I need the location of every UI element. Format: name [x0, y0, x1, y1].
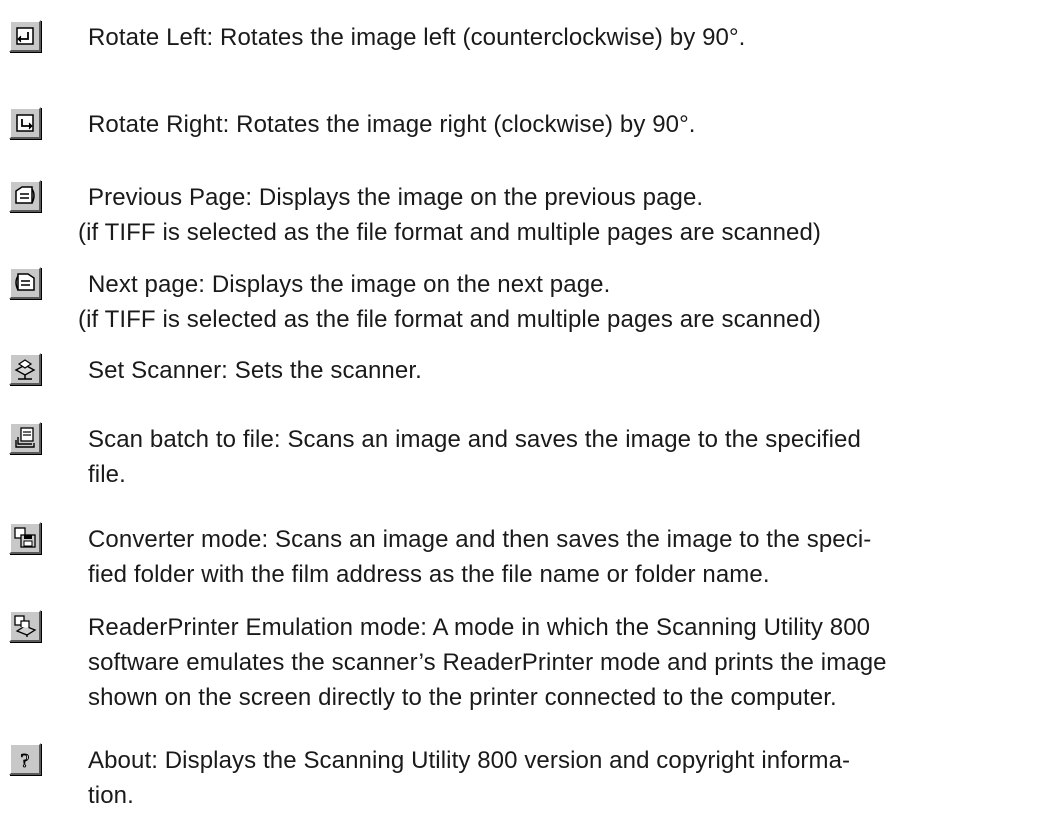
text-line: About: Displays the Scanning Utility 800…	[88, 747, 851, 774]
text-note: (if TIFF is selected as the file format …	[78, 306, 822, 333]
previous-page-icon[interactable]	[9, 180, 41, 212]
converter-mode-description: Converter mode: Scans an image and then …	[88, 522, 988, 592]
text-line: Set Scanner: Sets the scanner.	[88, 357, 422, 384]
text-line: shown on the screen directly to the prin…	[88, 684, 837, 711]
set-scanner-description: Set Scanner: Sets the scanner.	[88, 353, 988, 388]
text-line: software emulates the scanner’s ReaderPr…	[88, 649, 887, 676]
rotate-right-description: Rotate Right: Rotates the image right (c…	[88, 107, 988, 142]
text-line: tion.	[88, 782, 134, 809]
rotate-left-icon[interactable]	[9, 20, 41, 52]
text-line: Converter mode: Scans an image and then …	[88, 526, 872, 553]
text-line: Scan batch to file: Scans an image and s…	[88, 426, 861, 453]
text-line: Rotate Right: Rotates the image right (c…	[88, 111, 696, 138]
text-line: Next page: Displays the image on the nex…	[88, 271, 611, 298]
text-line: Rotate Left: Rotates the image left (cou…	[88, 24, 746, 51]
next-page-description: Next page: Displays the image on the nex…	[78, 267, 988, 337]
scan-batch-to-file-icon[interactable]	[9, 422, 41, 454]
converter-mode-icon[interactable]	[9, 522, 41, 554]
about-description: About: Displays the Scanning Utility 800…	[88, 743, 988, 813]
svg-text:?: ?	[21, 750, 30, 772]
rotate-left-description: Rotate Left: Rotates the image left (cou…	[88, 20, 988, 55]
text-line: ReaderPrinter Emulation mode: A mode in …	[88, 614, 871, 641]
about-icon[interactable]: ?	[9, 743, 41, 775]
next-page-icon[interactable]	[9, 267, 41, 299]
text-line: fied folder with the film address as the…	[88, 561, 770, 588]
readerprinter-emulation-description: ReaderPrinter Emulation mode: A mode in …	[88, 610, 988, 715]
rotate-right-icon[interactable]	[9, 107, 41, 139]
readerprinter-emulation-icon[interactable]	[9, 610, 41, 642]
text-note: (if TIFF is selected as the file format …	[78, 219, 822, 246]
scan-batch-to-file-description: Scan batch to file: Scans an image and s…	[88, 422, 988, 492]
text-line: file.	[88, 461, 126, 488]
previous-page-description: Previous Page: Displays the image on the…	[78, 180, 988, 250]
text-line: Previous Page: Displays the image on the…	[88, 184, 704, 211]
set-scanner-icon[interactable]	[9, 353, 41, 385]
